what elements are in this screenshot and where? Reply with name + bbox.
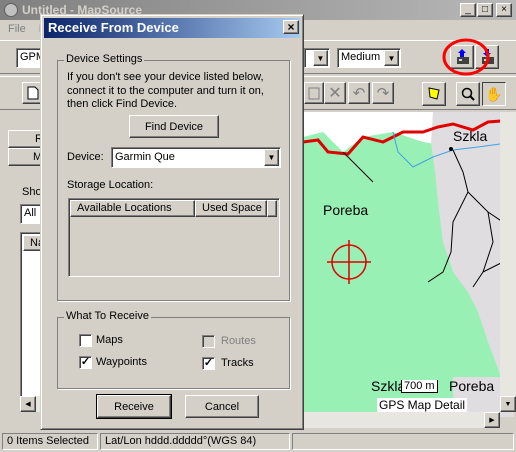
scroll-down-button[interactable]: ▼ [500, 396, 516, 412]
tracks-label[interactable]: Tracks [221, 357, 254, 369]
map-label-poreba-bottom: Poreba [449, 378, 495, 394]
help-text-line-1: If you don't see your device listed belo… [67, 71, 264, 83]
status-empty [292, 433, 514, 450]
device-label: Device: [67, 151, 104, 163]
hand-icon: ✋ [485, 85, 503, 102]
column-header-filler [267, 200, 277, 217]
show-label: Sho [22, 186, 42, 198]
routes-label[interactable]: Routes [221, 335, 256, 347]
area-tool-icon [428, 87, 440, 100]
map-canvas [303, 112, 514, 417]
close-button[interactable]: × [496, 3, 512, 17]
left-panel-tab-1[interactable]: R [8, 130, 44, 148]
column-header-available-locations[interactable]: Available Locations [70, 200, 195, 217]
undo-button[interactable]: ↶ [348, 82, 370, 104]
map-scale: 700 m [401, 380, 438, 393]
status-bar: 0 Items Selected Lat/Lon hddd.ddddd°(WGS… [0, 431, 516, 452]
what-to-receive-legend: What To Receive [64, 310, 151, 322]
maps-label[interactable]: Maps [96, 334, 123, 346]
what-to-receive-group: What To Receive [57, 310, 290, 389]
map-horizontal-scrollbar[interactable]: ▶ [303, 412, 500, 428]
redo-button[interactable]: ↷ [372, 82, 394, 104]
map-label-szkla-top: Szkla [453, 128, 488, 144]
show-select[interactable]: All C [20, 204, 42, 224]
paste-icon [308, 87, 320, 100]
map-detail-label: GPS Map Detail [377, 398, 468, 412]
maximize-button[interactable]: □ [477, 3, 493, 17]
new-document-icon [27, 86, 39, 100]
map-vertical-scrollbar[interactable]: ▼ [500, 112, 516, 412]
town-marker [449, 147, 453, 151]
receive-from-device-dialog: Receive From Device × Device Settings If… [40, 14, 304, 430]
device-settings-legend: Device Settings [64, 53, 145, 65]
cancel-button[interactable]: Cancel [185, 395, 259, 418]
column-header-used-space[interactable]: Used Space [195, 200, 267, 217]
chevron-down-icon[interactable]: ▼ [384, 50, 399, 66]
waypoints-label[interactable]: Waypoints [96, 356, 147, 368]
device-select[interactable]: Garmin Que ▼ [111, 147, 281, 168]
hand-tool-button[interactable]: ✋ [482, 82, 506, 106]
dialog-title-bar: Receive From Device [44, 18, 300, 38]
map-view[interactable]: Szkla Poreba Szkla Poreba 700 m GPS Map … [303, 112, 514, 417]
dialog-title: Receive From Device [48, 20, 179, 35]
detail-select[interactable]: Medium ▼ [337, 48, 401, 68]
zoom-icon [461, 87, 475, 101]
left-panel-list[interactable]: Na [20, 232, 44, 412]
status-coord-format: Lat/Lon hddd.ddddd°(WGS 84) [100, 433, 290, 450]
paste-button[interactable] [304, 82, 324, 104]
chevron-down-icon[interactable]: ▼ [264, 149, 279, 166]
menu-file[interactable]: File [8, 23, 26, 35]
close-icon: × [287, 20, 295, 34]
help-text-line-3: then click Find Device. [67, 98, 178, 110]
redo-icon: ↷ [376, 85, 390, 102]
product-select-dropdown[interactable]: ▼ [304, 48, 330, 68]
status-items-selected: 0 Items Selected [2, 433, 98, 450]
minimize-button[interactable]: _ [460, 3, 476, 17]
app-icon [4, 3, 18, 17]
map-label-poreba: Poreba [323, 202, 369, 218]
receive-button[interactable]: Receive [96, 394, 172, 419]
routes-checkbox[interactable] [202, 335, 215, 348]
scroll-left-button[interactable]: ◀ [20, 396, 36, 412]
left-panel-tab-2[interactable]: M [8, 148, 44, 166]
delete-button[interactable]: ✕ [324, 82, 346, 104]
tracks-checkbox[interactable]: ✓ [202, 357, 215, 370]
help-text-line-2: connect it to the computer and turn it o… [67, 85, 264, 97]
zoom-tool-button[interactable] [456, 82, 480, 106]
dialog-close-button[interactable]: × [283, 20, 299, 34]
find-device-button[interactable]: Find Device [129, 115, 219, 138]
storage-location-label: Storage Location: [67, 179, 154, 191]
chevron-down-icon[interactable]: ▼ [313, 50, 328, 66]
maps-checkbox[interactable] [79, 334, 92, 347]
highlight-circle [442, 38, 490, 76]
delete-icon: ✕ [328, 85, 342, 102]
area-tool-button[interactable] [422, 82, 446, 106]
waypoints-checkbox[interactable]: ✓ [79, 356, 92, 369]
left-panel-scrollbar[interactable]: ◀ [20, 396, 42, 412]
storage-location-list[interactable]: Available Locations Used Space [68, 198, 280, 277]
undo-icon: ↶ [352, 85, 366, 102]
scroll-right-button[interactable]: ▶ [484, 412, 500, 428]
